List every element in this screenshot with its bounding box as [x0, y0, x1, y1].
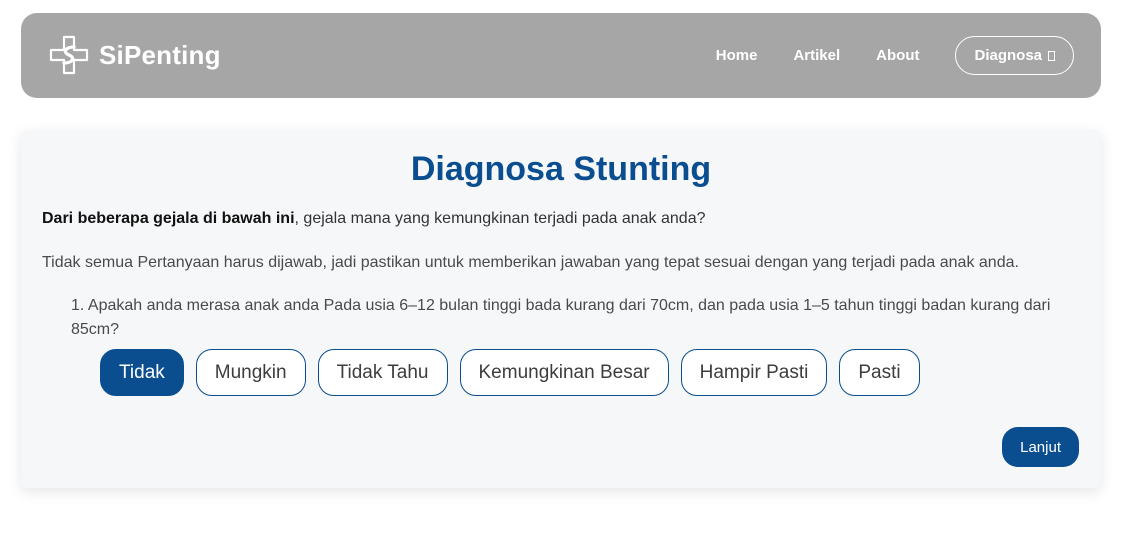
intro-text: Dari beberapa gejala di bawah ini, gejal… — [42, 210, 706, 228]
note-text: Tidak semua Pertanyaan harus dijawab, ja… — [42, 254, 1019, 271]
nav-link-about[interactable]: About — [876, 47, 919, 64]
question-text: 1. Apakah anda merasa anak anda Pada usi… — [71, 297, 1051, 338]
brand-name: SiPenting — [99, 39, 221, 70]
nav-link-home[interactable]: Home — [716, 47, 758, 64]
next-button[interactable]: Lanjut — [1002, 427, 1079, 467]
answer-options: Tidak Mungkin Tidak Tahu Kemungkinan Bes… — [100, 349, 920, 396]
external-box-icon — [1048, 50, 1055, 61]
brand[interactable]: SiPenting — [47, 33, 221, 77]
intro-rest: , gejala mana yang kemungkinan terjadi p… — [294, 210, 706, 227]
answer-mungkin[interactable]: Mungkin — [195, 349, 306, 396]
diagnosa-button-label: Diagnosa — [974, 47, 1042, 64]
answer-kemungkinan-besar[interactable]: Kemungkinan Besar — [459, 349, 669, 396]
nav-link-artikel[interactable]: Artikel — [793, 47, 840, 64]
answer-tidak-tahu[interactable]: Tidak Tahu — [317, 349, 448, 396]
nav-links: Home Artikel About Diagnosa — [716, 36, 1074, 75]
answer-tidak[interactable]: Tidak — [100, 349, 184, 396]
intro-bold: Dari beberapa gejala di bawah ini — [42, 210, 295, 227]
answer-hampir-pasti[interactable]: Hampir Pasti — [680, 349, 828, 396]
medical-cross-icon — [49, 35, 89, 75]
answer-pasti[interactable]: Pasti — [839, 349, 920, 396]
navbar: SiPenting Home Artikel About Diagnosa — [21, 13, 1101, 98]
diagnosis-card: Diagnosa Stunting Dari beberapa gejala d… — [21, 130, 1101, 488]
page-title: Diagnosa Stunting — [410, 150, 712, 188]
diagnosa-button[interactable]: Diagnosa — [955, 36, 1074, 75]
